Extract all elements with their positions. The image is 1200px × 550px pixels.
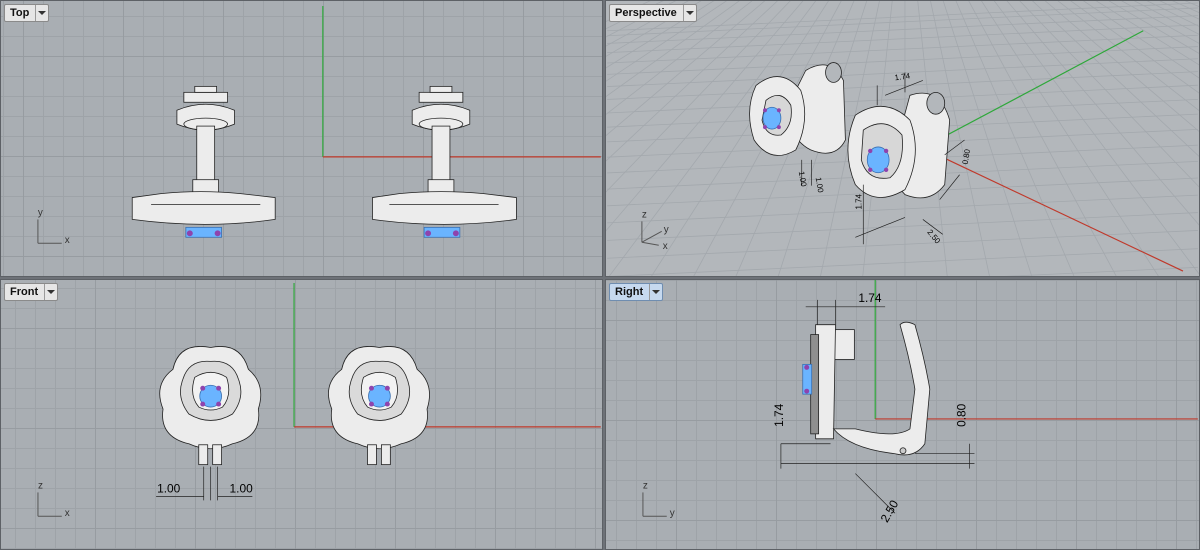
viewport-front[interactable]: Front 1.00 1.00 z x [0, 279, 603, 550]
right-view-drawing: 1.74 1.74 0.80 2.50 z y [642, 280, 1198, 525]
axis-indicator [37, 219, 62, 244]
earring-right-side [802, 321, 931, 456]
axis-label-h: y [670, 508, 675, 519]
axis-indicator [641, 221, 662, 246]
viewport-label: Right [615, 286, 644, 298]
right-dim-right: 0.80 [955, 403, 969, 427]
axis-label-v: z [642, 209, 647, 220]
top-view-drawing: y x [37, 5, 601, 246]
chevron-down-icon[interactable] [35, 5, 48, 21]
viewport-tab-right[interactable]: Right [609, 283, 664, 301]
front-view-drawing: 1.00 1.00 z x [37, 282, 601, 519]
axis-indicator [37, 492, 62, 517]
viewport-label: Top [10, 7, 30, 19]
chevron-down-icon[interactable] [682, 5, 696, 21]
right-dim-top: 1.74 [858, 291, 882, 305]
axis-label-v: z [38, 480, 43, 491]
persp-dim-top: 1.74 [894, 71, 911, 82]
axis-label-v: z [643, 480, 648, 491]
right-dim-left: 1.74 [772, 403, 786, 427]
persp-dim-left: 1.74 [854, 193, 863, 209]
perspective-view-drawing: 1.74 1.74 0.80 2.50 1.00 1.00 z y x [606, 1, 1199, 276]
viewport-label: Front [10, 286, 39, 298]
front-dim-left: 1.00 [157, 481, 181, 495]
viewport-label: Perspective [615, 7, 677, 19]
earring-persp-back [749, 62, 846, 156]
axis-label-h1: y [664, 224, 669, 235]
viewport-top[interactable]: Top y x [0, 0, 603, 277]
earring-front-right [328, 346, 430, 466]
front-dim-right: 1.00 [230, 481, 254, 495]
earring-top-right [372, 85, 517, 238]
right-dim-diag: 2.50 [878, 497, 902, 524]
axis-label-h: x [65, 508, 70, 519]
earring-top-left [131, 85, 276, 238]
world-x-axis-line [922, 147, 1184, 272]
axis-label-v: y [38, 207, 43, 218]
axis-indicator [642, 492, 667, 517]
viewport-tab-perspective[interactable]: Perspective [609, 4, 697, 22]
persp-dim-small-b: 1.00 [814, 176, 826, 193]
axis-label-h: x [65, 235, 70, 246]
viewport-tab-top[interactable]: Top [4, 4, 50, 22]
viewport-right[interactable]: Right 1.74 1.74 0.80 2.50 z y [605, 279, 1200, 550]
earring-front-left [159, 346, 262, 466]
persp-dim-small-a: 1.00 [797, 171, 809, 188]
axis-label-h2: x [663, 241, 668, 252]
persp-dim-right: 0.80 [961, 148, 973, 165]
earring-persp-front [847, 91, 951, 199]
viewport-perspective[interactable]: Perspective 1.74 1.74 0.80 2.50 1.00 1.0… [605, 0, 1200, 277]
chevron-down-icon[interactable] [44, 284, 57, 300]
viewport-tab-front[interactable]: Front [4, 283, 59, 301]
chevron-down-icon[interactable] [649, 284, 662, 300]
right-dimensions [780, 299, 975, 514]
